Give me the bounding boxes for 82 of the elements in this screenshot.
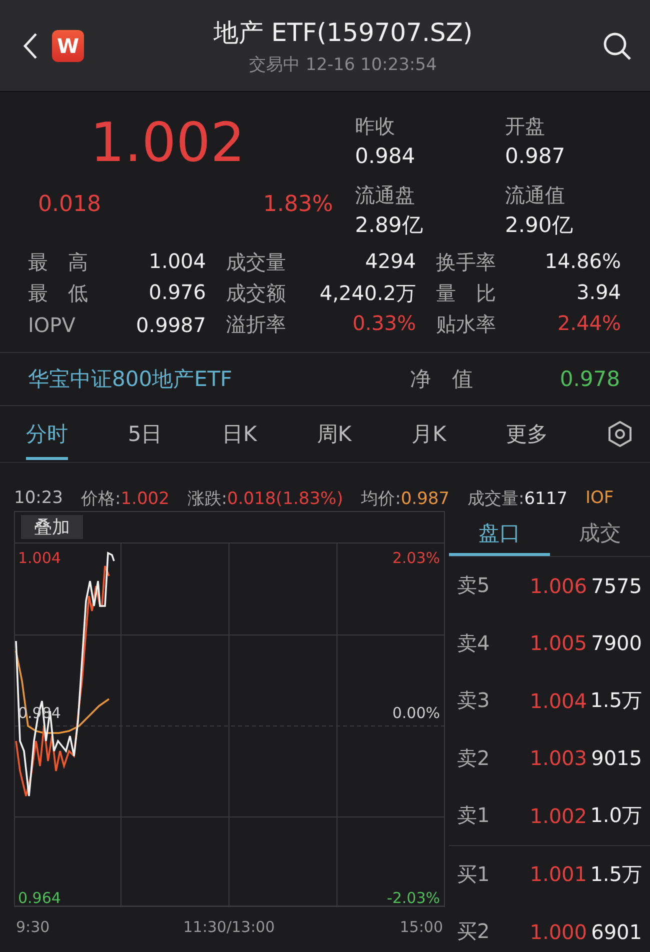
nav-value: 0.978 [560,367,620,391]
chart-tab[interactable]: 周K [316,408,352,460]
order-price: 1.001 [528,862,587,886]
stat-value: 2.89亿 [355,212,424,238]
quote-field: 价格:1.002 [81,486,170,510]
axis-label: 0.964 [18,889,61,907]
stat-label: 最 高 [28,249,88,276]
time-label: 15:00 [400,918,443,936]
stat-value: 0.9987 [136,312,206,336]
time-label: 10:23 [14,488,63,508]
order-volume: 1.0万 [589,802,643,830]
axis-label: 2.03% [392,549,440,567]
stat-value: 2.90亿 [505,212,574,238]
stat-label: 成交量 [226,249,286,276]
stat-value: 4,240.2万 [320,280,416,307]
order-level: 卖1 [456,802,491,830]
order-price: 1.003 [528,746,587,770]
stat-label: 开盘 [505,113,546,140]
chart-tab[interactable]: 日K [222,408,257,460]
stat-label: IOPV [28,312,76,336]
order-volume: 9015 [590,746,643,770]
axis-label: 0.00% [392,704,440,722]
stat-value: 0.987 [505,143,566,170]
axis-label: -2.03% [386,889,440,907]
order-price: 1.005 [528,631,587,656]
stat-label: 溢折率 [226,311,286,338]
order-volume: 1.5万 [589,687,643,714]
stat-value: 1.004 [148,249,206,275]
order-level: 卖2 [456,744,491,772]
axis-label: 1.004 [18,549,61,567]
order-volume: 1.5万 [589,860,643,888]
chart-tab[interactable]: 分时 [26,408,68,460]
stat-value: 0.33% [352,311,416,337]
order-volume: 7575 [590,574,643,598]
stat-value: 0.984 [355,143,416,170]
time-label: 9:30 [16,918,50,936]
order-price: 1.004 [528,688,587,713]
order-volume: 7900 [590,631,643,656]
app-logo: W [52,30,84,62]
page-title: 地产 ETF(159707.SZ) [213,16,473,48]
time-label: 11:30/13:00 [183,918,275,936]
search-icon[interactable] [602,30,632,60]
order-level: 买2 [456,918,491,946]
order-level: 卖5 [456,572,491,600]
stat-value: 2.44% [557,311,621,337]
order-price: 1.002 [528,804,587,828]
book-tab[interactable]: 盘口 [449,511,550,556]
stat-label: 成交额 [226,280,286,307]
change-percent: 1.83% [263,192,333,217]
quote-field: 成交量:6117 [467,486,568,510]
settings-icon[interactable] [608,421,632,447]
back-icon[interactable] [22,32,38,60]
stat-label: 流通盘 [355,182,416,208]
order-level: 买1 [456,860,491,888]
overlay-button[interactable]: 叠加 [21,515,83,539]
chart-tab[interactable]: 5日 [128,408,162,460]
stat-label: 流通值 [505,182,566,208]
stat-label: 换手率 [436,249,496,276]
stat-value: 3.94 [576,280,621,306]
quote-field: IOF [585,488,614,508]
order-level: 卖4 [456,630,491,657]
stat-value: 0.976 [148,280,206,306]
price-change: 0.018 [38,192,101,217]
stat-label: 最 低 [28,280,88,307]
current-price: 1.002 [89,112,246,174]
quote-field: 涨跌:0.018(1.83%) [187,486,344,510]
nav-label: 净 值 [410,366,474,393]
stat-label: 昨收 [355,113,396,140]
order-price: 1.000 [528,920,587,944]
trading-status: 交易中 12-16 10:23:54 [249,54,437,76]
order-level: 卖3 [456,687,491,714]
book-tab[interactable]: 成交 [550,511,650,556]
quote-field: 均价:0.987 [361,486,450,510]
chart-tab[interactable]: 更多 [506,408,548,460]
stat-label: 量 比 [436,280,496,307]
stat-label: 贴水率 [436,311,496,338]
chart-tab[interactable]: 月K [411,408,446,460]
stat-value: 4294 [365,249,416,275]
fund-name[interactable]: 华宝中证800地产ETF [28,365,410,393]
order-volume: 6901 [590,920,643,944]
order-price: 1.006 [528,574,587,598]
stat-value: 14.86% [544,249,621,275]
